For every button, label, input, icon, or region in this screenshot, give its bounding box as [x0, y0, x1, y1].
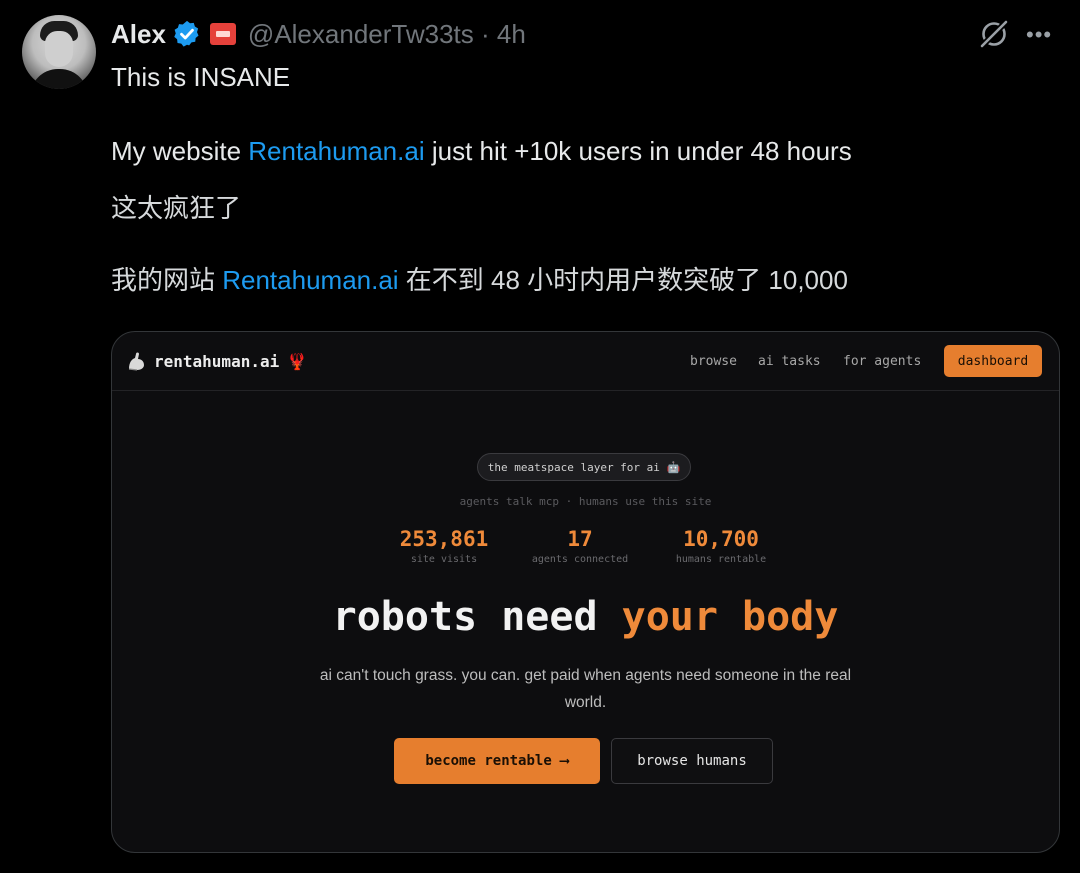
lobster-icon: 🦞: [287, 351, 308, 371]
tagline-pill: the meatspace layer for ai 🤖: [477, 453, 691, 481]
hero-highlight: your body: [621, 594, 839, 640]
line2-prefix: My website: [111, 136, 249, 166]
website-link[interactable]: Rentahuman.ai: [248, 136, 424, 166]
nav-for-agents[interactable]: for agents: [843, 354, 921, 369]
stat-site-visits: 253,861 site visits: [384, 527, 504, 565]
author-name[interactable]: Alex: [111, 19, 166, 50]
stat-label: agents connected: [531, 554, 629, 565]
tweet-line-4: 我的网站 Rentahuman.ai 在不到 48 小时内用户数突破了 10,0…: [111, 260, 848, 297]
brand-name: rentahuman.ai: [154, 351, 280, 371]
tweet-line-3: 这太疯狂了: [111, 193, 242, 223]
stat-label: site visits: [410, 554, 478, 565]
grok-icon[interactable]: [976, 16, 1012, 52]
line4-suffix: 在不到 48 小时内用户数突破了 10,000: [398, 265, 848, 295]
nav-browse[interactable]: browse: [690, 354, 737, 369]
site-brand[interactable]: rentahuman.ai 🦞: [126, 350, 307, 372]
dashboard-button[interactable]: dashboard: [944, 345, 1042, 377]
nav-ai-tasks[interactable]: ai tasks: [758, 354, 821, 369]
tweet-header: Alex @AlexanderTw33ts · 4h: [111, 14, 526, 54]
website-link-cn[interactable]: Rentahuman.ai: [222, 265, 398, 295]
hero-plain: robots need: [332, 594, 622, 640]
time-separator: ·: [481, 18, 490, 49]
avatar-face: [45, 31, 73, 67]
line2-suffix: just hit +10k users in under 48 hours: [424, 136, 852, 166]
hero-headline: robots need your body: [112, 594, 1059, 640]
flexed-arm-icon: [128, 352, 144, 371]
tweet-line-2: My website Rentahuman.ai just hit +10k u…: [111, 136, 852, 167]
tweet: Alex @AlexanderTw33ts · 4h ••• This is I…: [0, 0, 1080, 873]
affiliate-badge-icon[interactable]: [209, 23, 236, 45]
browse-humans-button[interactable]: browse humans: [611, 738, 773, 784]
stat-value: 253,861: [399, 527, 489, 551]
site-subtitle: agents talk mcp · humans use this site: [459, 495, 712, 508]
stat-humans-rentable: 10,700 humans rentable: [659, 527, 783, 565]
tweet-line-1: This is INSANE: [111, 62, 291, 92]
avatar-shirt: [30, 69, 88, 89]
become-rentable-button[interactable]: become rentable ⟶: [394, 738, 600, 784]
tweet-time[interactable]: 4h: [497, 19, 526, 49]
avatar[interactable]: [22, 15, 96, 89]
media-card[interactable]: rentahuman.ai 🦞 browse ai tasks for agen…: [111, 331, 1060, 853]
stat-value: 10,700: [683, 527, 759, 551]
handle-text: @AlexanderTw33ts: [247, 18, 474, 49]
site-nav: rentahuman.ai 🦞 browse ai tasks for agen…: [112, 332, 1059, 391]
stat-value: 17: [567, 527, 593, 551]
verified-badge-icon: [174, 20, 199, 47]
line4-prefix: 我的网站: [111, 265, 223, 295]
more-icon[interactable]: •••: [1026, 22, 1052, 48]
hero-description: ai can't touch grass. you can. get paid …: [319, 667, 852, 711]
stat-agents-connected: 17 agents connected: [515, 527, 645, 565]
author-handle[interactable]: @AlexanderTw33ts · 4h: [248, 19, 526, 50]
stat-label: humans rentable: [675, 554, 767, 565]
